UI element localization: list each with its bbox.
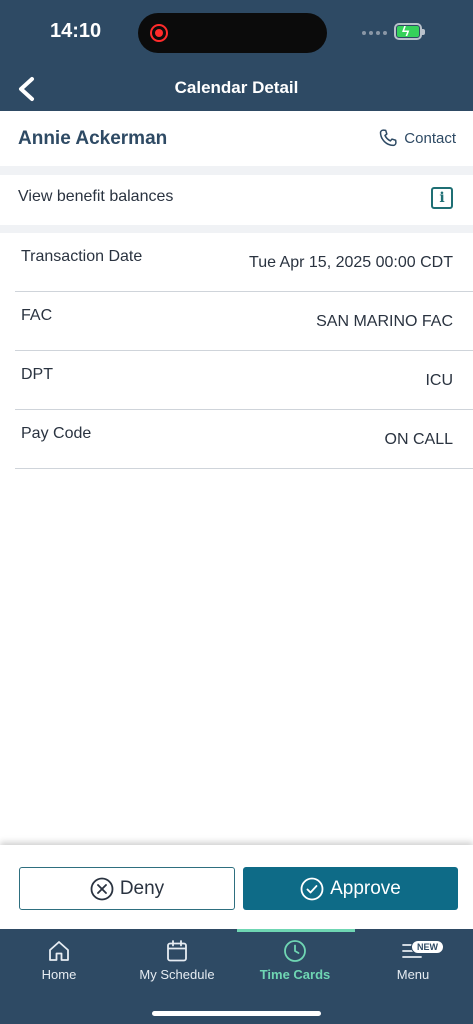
signal-icon [362,31,387,35]
employee-name: Annie Ackerman [18,128,168,149]
nav-menu[interactable]: NEW Menu [354,929,472,989]
phone-icon [380,129,397,147]
detail-value: Tue Apr 15, 2025 00:00 CDT [249,254,453,271]
clock-icon [284,940,306,962]
nav-my-schedule[interactable]: My Schedule [118,929,236,989]
new-badge: NEW [411,940,444,954]
detail-row-dpt: DPT ICU [15,351,473,410]
nav-home[interactable]: Home [0,929,118,989]
detail-label: FAC [21,307,53,324]
detail-value: SAN MARINO FAC [316,313,453,330]
detail-row-transaction-date: Transaction Date Tue Apr 15, 2025 00:00 … [15,233,473,292]
detail-label: Pay Code [21,425,92,442]
nav-label: Time Cards [259,967,331,982]
calendar-icon [167,940,187,962]
nav-time-cards[interactable]: Time Cards [236,929,354,989]
home-icon [49,941,69,961]
content-area [0,470,473,845]
details-list: Transaction Date Tue Apr 15, 2025 00:00 … [15,233,473,469]
benefit-label: View benefit balances [18,188,174,205]
contact-label: Contact [404,129,456,147]
app-header: 14:10 ϟ Calendar Detail [0,0,473,111]
detail-value: ICU [425,372,453,389]
detail-row-pay-code: Pay Code ON CALL [15,410,473,469]
deny-button[interactable]: Deny [19,867,235,910]
detail-row-fac: FAC SAN MARINO FAC [15,292,473,351]
info-icon[interactable]: i [431,187,453,209]
view-benefit-balances-row[interactable]: View benefit balances i [0,175,473,225]
dynamic-island [138,13,327,53]
action-bar: Deny Approve [0,845,473,929]
page-title: Calendar Detail [174,78,299,97]
x-circle-icon [90,877,114,900]
nav-label: My Schedule [139,967,215,982]
deny-label: Deny [119,877,165,899]
approve-label: Approve [330,877,401,899]
bottom-nav: Home My Schedule Time Cards NEW Menu [0,929,473,1024]
section-divider [0,166,473,175]
nav-label: Home [41,967,77,982]
home-indicator [152,1011,321,1016]
detail-label: Transaction Date [21,248,143,265]
approve-button[interactable]: Approve [243,867,458,910]
detail-label: DPT [21,366,53,383]
section-divider [0,225,473,233]
contact-button[interactable]: Contact [378,128,456,148]
employee-row: Annie Ackerman Contact [0,111,473,166]
detail-value: ON CALL [384,431,453,448]
status-time: 14:10 [50,20,102,42]
nav-label: Menu [396,967,430,982]
recording-icon [150,24,168,42]
check-circle-icon [300,877,324,900]
battery-icon: ϟ [394,23,425,40]
